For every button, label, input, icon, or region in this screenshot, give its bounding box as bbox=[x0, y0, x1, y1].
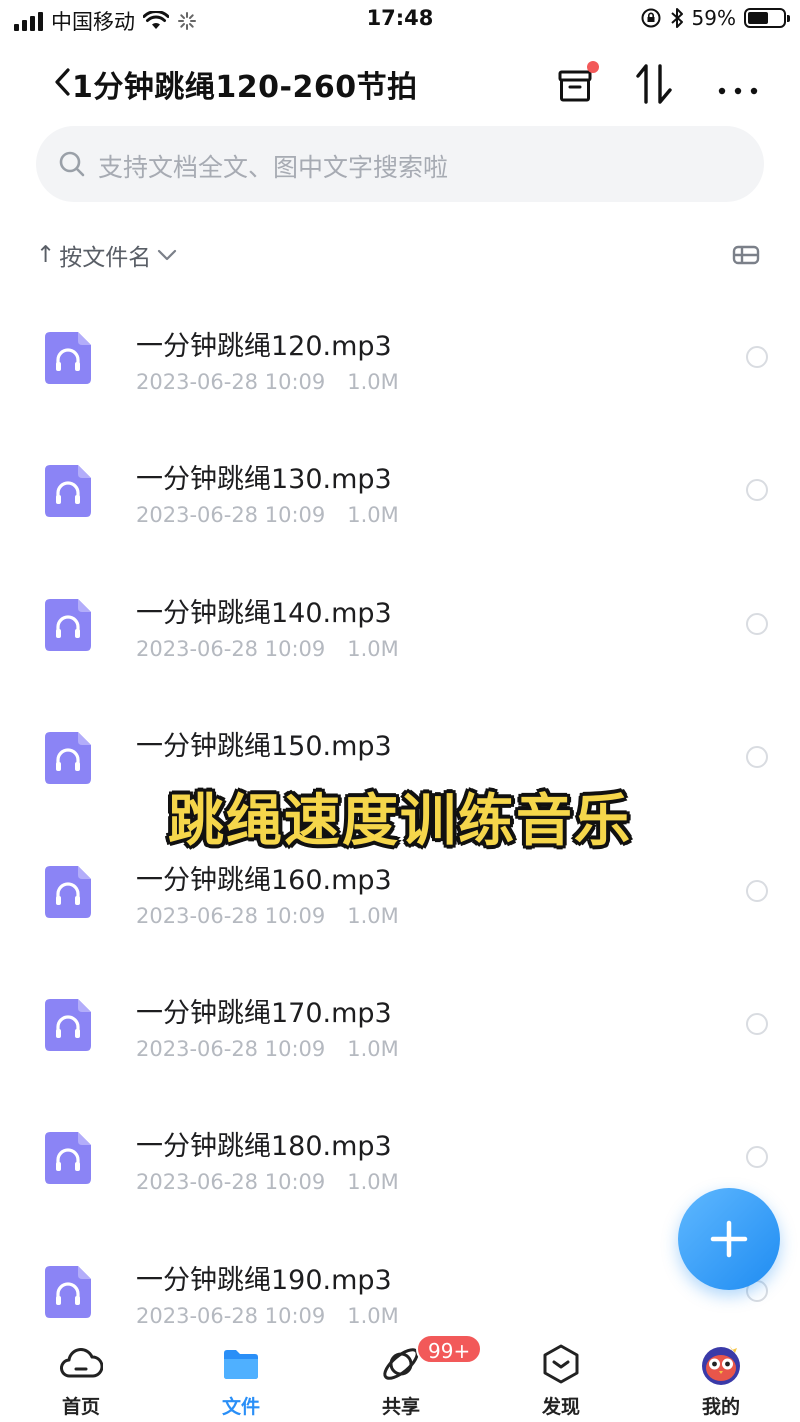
select-checkbox[interactable] bbox=[746, 1146, 768, 1169]
battery-percent: 59% bbox=[691, 6, 736, 30]
file-size: 1.0M bbox=[347, 636, 399, 661]
file-size: 1.0M bbox=[347, 503, 399, 528]
transfer-button[interactable] bbox=[632, 60, 680, 104]
file-row[interactable]: 一分钟跳绳130.mp3 2023-06-28 10:09 1.0M bbox=[0, 423, 800, 556]
nav-label-files: 文件 bbox=[221, 1396, 260, 1418]
nav-item-home[interactable]: 首页 bbox=[21, 1330, 141, 1422]
file-row[interactable]: 一分钟跳绳170.mp3 2023-06-28 10:09 1.0M bbox=[0, 957, 800, 1090]
sort-label: 按文件名 bbox=[59, 245, 152, 271]
file-date: 2023-06-28 10:09 bbox=[136, 903, 326, 928]
transfer-icon bbox=[636, 64, 672, 104]
file-date: 2023-06-28 10:09 bbox=[136, 1170, 326, 1195]
audio-file-icon bbox=[45, 865, 91, 918]
status-right: 59% bbox=[640, 6, 790, 30]
file-name: 一分钟跳绳120.mp3 bbox=[136, 331, 392, 362]
folder-icon bbox=[224, 1350, 258, 1379]
sort-arrow: ↑ bbox=[36, 242, 56, 268]
select-checkbox[interactable] bbox=[746, 879, 768, 902]
file-meta: 2023-06-28 10:09 1.0M bbox=[136, 637, 399, 661]
file-date: 2023-06-28 10:09 bbox=[136, 1036, 326, 1061]
file-date: 2023-06-28 10:09 bbox=[136, 503, 326, 528]
select-checkbox[interactable] bbox=[746, 346, 768, 368]
file-size: 1.0M bbox=[347, 1303, 399, 1328]
more-button[interactable] bbox=[714, 60, 762, 104]
view-toggle-icon[interactable] bbox=[732, 244, 760, 266]
status-bar: 中国移动 17:48 59% bbox=[0, 0, 800, 40]
nav-item-discover[interactable]: 发现 bbox=[501, 1330, 621, 1422]
file-size: 1.0M bbox=[347, 370, 399, 394]
file-name: 一分钟跳绳130.mp3 bbox=[136, 464, 392, 496]
audio-file-icon bbox=[45, 1132, 91, 1185]
file-date: 2023-06-28 10:09 bbox=[136, 370, 326, 394]
file-name: 一分钟跳绳140.mp3 bbox=[136, 597, 392, 629]
discover-icon bbox=[543, 1344, 579, 1384]
audio-file-icon bbox=[45, 465, 91, 518]
select-checkbox[interactable] bbox=[746, 479, 768, 502]
file-size: 1.0M bbox=[347, 903, 399, 928]
search-bar[interactable]: 支持文档全文、图中文字搜索啦 bbox=[36, 126, 764, 202]
file-date: 2023-06-28 10:09 bbox=[136, 1303, 326, 1328]
file-name: 一分钟跳绳190.mp3 bbox=[136, 1264, 392, 1296]
file-row[interactable]: 一分钟跳绳120.mp3 2023-06-28 10:09 1.0M bbox=[0, 290, 800, 423]
add-button[interactable] bbox=[678, 1188, 780, 1290]
bottom-nav: 首页 文件 共享 发现 我的 bbox=[0, 1330, 800, 1422]
file-name: 一分钟跳绳150.mp3 bbox=[136, 731, 392, 763]
sort-selector[interactable]: ↑ 按文件名 bbox=[36, 238, 179, 272]
file-name: 一分钟跳绳160.mp3 bbox=[136, 864, 392, 896]
battery-icon bbox=[744, 8, 790, 28]
search-icon bbox=[59, 151, 85, 177]
select-checkbox[interactable] bbox=[746, 612, 768, 635]
search-placeholder: 支持文档全文、图中文字搜索啦 bbox=[98, 153, 449, 182]
audio-file-icon bbox=[45, 1265, 91, 1318]
file-meta: 2023-06-28 10:09 1.0M bbox=[136, 1170, 399, 1194]
orientation-lock-icon bbox=[641, 8, 661, 28]
file-name: 一分钟跳绳170.mp3 bbox=[136, 997, 392, 1029]
archive-box-icon bbox=[558, 61, 599, 102]
nav-label-share: 共享 bbox=[381, 1396, 420, 1418]
nav-item-files[interactable]: 文件 bbox=[181, 1330, 301, 1422]
file-meta: 2023-06-28 10:09 1.0M bbox=[136, 904, 399, 928]
nav-label-home: 首页 bbox=[61, 1396, 100, 1418]
file-meta: 2023-06-28 10:09 1.0M bbox=[136, 1304, 399, 1328]
file-row[interactable]: 一分钟跳绳180.mp3 2023-06-28 10:09 1.0M bbox=[0, 1090, 800, 1223]
overlay-caption: 跳绳速度训练音乐 bbox=[168, 789, 632, 854]
avatar-icon bbox=[702, 1345, 740, 1385]
select-checkbox[interactable] bbox=[746, 1012, 768, 1035]
file-size: 1.0M bbox=[347, 1036, 399, 1061]
archive-button[interactable] bbox=[552, 60, 600, 104]
page-title: 1分钟跳绳120-260节拍 bbox=[72, 70, 418, 105]
battery-fill bbox=[748, 12, 769, 24]
file-date: 2023-06-28 10:09 bbox=[136, 636, 326, 661]
nav-label-discover: 发现 bbox=[541, 1396, 580, 1418]
select-checkbox[interactable] bbox=[746, 746, 768, 769]
header: 1分钟跳绳120-260节拍 bbox=[0, 50, 800, 114]
file-meta: 2023-06-28 10:09 1.0M bbox=[136, 1037, 399, 1061]
cloud-icon bbox=[60, 1348, 103, 1378]
audio-file-icon bbox=[45, 598, 91, 651]
audio-file-icon bbox=[45, 998, 91, 1051]
share-badge: 99+ bbox=[416, 1334, 483, 1364]
file-meta: 2023-06-28 10:09 1.0M bbox=[136, 370, 399, 394]
bluetooth-icon bbox=[670, 8, 683, 28]
audio-file-icon bbox=[45, 332, 91, 384]
plus-icon bbox=[710, 1220, 748, 1258]
chevron-down-icon bbox=[158, 249, 177, 261]
file-name: 一分钟跳绳180.mp3 bbox=[136, 1131, 392, 1163]
nav-item-me[interactable]: 我的 bbox=[661, 1330, 781, 1422]
file-meta: 2023-06-28 10:09 1.0M bbox=[136, 503, 399, 527]
notification-dot bbox=[587, 61, 599, 73]
file-size: 1.0M bbox=[347, 1170, 399, 1195]
nav-label-me: 我的 bbox=[701, 1396, 740, 1418]
more-icon bbox=[718, 87, 758, 95]
file-row[interactable]: 一分钟跳绳140.mp3 2023-06-28 10:09 1.0M bbox=[0, 557, 800, 690]
